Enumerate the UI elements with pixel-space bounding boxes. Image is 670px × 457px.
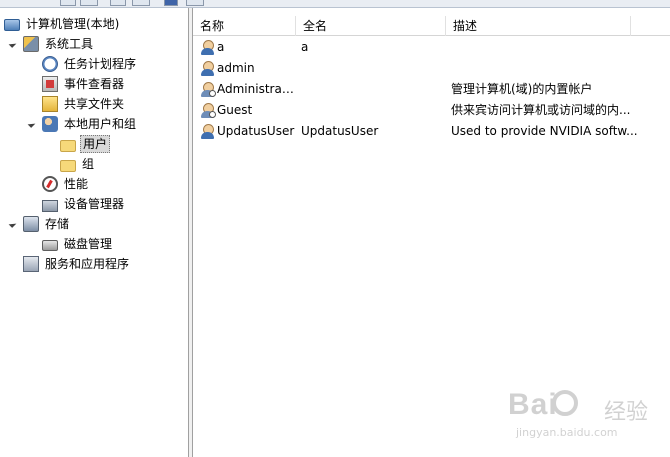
list-header: 名称 全名 描述 (193, 16, 670, 36)
tree-node-label: 本地用户和组 (64, 117, 137, 131)
tree-node-performance[interactable]: 性能 (28, 174, 90, 194)
disabled-user-icon (200, 81, 216, 97)
tree-node-device-manager[interactable]: 设备管理器 (42, 194, 126, 214)
tree-node-services-applications[interactable]: 服务和应用程序 (9, 254, 131, 274)
tree-node-shared-folders[interactable]: 共享文件夹 (28, 94, 126, 114)
collapse-arrow-icon[interactable] (28, 179, 38, 189)
users-icon (42, 116, 58, 132)
column-header-name[interactable]: 名称 (193, 16, 296, 36)
tree-node-computer-management[interactable]: 计算机管理(本地) (4, 14, 121, 34)
tree-node-label: 用户 (80, 135, 111, 153)
services-icon (23, 256, 39, 272)
table-row[interactable]: Administrat... 管理计算机(域)的内置帐户 (193, 79, 670, 100)
tree-node-label: 性能 (64, 177, 89, 191)
tree-node-groups[interactable]: 组 (60, 154, 96, 174)
tree-node-label: 存储 (45, 217, 70, 231)
tree-node-label: 计算机管理(本地) (26, 17, 120, 31)
tree-node-disk-management[interactable]: 磁盘管理 (42, 234, 114, 254)
folder-icon (60, 139, 76, 152)
baidu-watermark: Bai 经验 jingyan.baidu.com (508, 388, 663, 448)
tree-node-label: 服务和应用程序 (45, 257, 130, 271)
tree-node-local-users-groups[interactable]: 本地用户和组 (28, 114, 138, 134)
disabled-user-icon (200, 102, 216, 118)
collapse-arrow-icon[interactable] (28, 79, 38, 89)
cell-description: 供来宾访问计算机或访问域的内... (451, 103, 631, 117)
collapse-arrow-icon[interactable] (28, 59, 38, 69)
shared-folder-icon (42, 96, 58, 112)
watermark-logo: Bai (508, 388, 558, 421)
tree-node-label: 磁盘管理 (64, 237, 113, 251)
disk-icon (42, 240, 58, 251)
clock-icon (42, 56, 58, 72)
collapse-arrow-icon[interactable] (9, 259, 19, 269)
paw-icon (552, 390, 578, 416)
toolbar-button[interactable] (164, 0, 178, 6)
navigation-tree: 计算机管理(本地) 系统工具 任务计划程序 事件查看器 共享文件夹 本地用户和组… (0, 8, 188, 457)
tree-node-label: 事件查看器 (64, 77, 125, 91)
computer-management-icon (4, 19, 20, 31)
toolbar-button[interactable] (60, 0, 76, 6)
cell-name: UpdatusUser (217, 124, 295, 138)
collapse-arrow-icon[interactable] (28, 99, 38, 109)
cell-name: a (217, 40, 225, 54)
expand-arrow-icon[interactable] (28, 119, 38, 129)
watermark-url: jingyan.baidu.com (516, 426, 618, 439)
user-icon (200, 123, 216, 139)
cell-fullname: a (301, 40, 309, 54)
cell-fullname (301, 79, 446, 100)
tree-node-task-scheduler[interactable]: 任务计划程序 (28, 54, 138, 74)
toolbar-button[interactable] (132, 0, 150, 6)
tree-node-label: 共享文件夹 (64, 97, 125, 111)
toolbar-button[interactable] (186, 0, 204, 6)
column-header-fullname[interactable]: 全名 (296, 16, 446, 36)
user-icon (200, 60, 216, 76)
tree-node-label: 组 (82, 157, 95, 171)
table-row[interactable]: admin (193, 58, 670, 79)
cell-fullname (301, 100, 446, 121)
storage-icon (23, 216, 39, 232)
watermark-logo-text: 经验 (604, 400, 649, 425)
table-row[interactable]: a a (193, 37, 670, 58)
table-row[interactable]: UpdatusUser UpdatusUser Used to provide … (193, 121, 670, 142)
cell-fullname: UpdatusUser (301, 124, 379, 138)
folder-icon (60, 159, 76, 172)
tree-node-label: 任务计划程序 (64, 57, 137, 71)
column-header-description[interactable]: 描述 (446, 16, 631, 36)
tree-node-system-tools[interactable]: 系统工具 (9, 34, 95, 54)
tree-node-users[interactable]: 用户 (60, 134, 111, 154)
system-tools-icon (23, 36, 39, 52)
cell-description: 管理计算机(域)的内置帐户 (451, 82, 593, 96)
device-manager-icon (42, 199, 58, 212)
cell-name: Administrat... (217, 82, 297, 96)
tree-node-storage[interactable]: 存储 (9, 214, 71, 234)
cell-description (451, 37, 641, 58)
event-viewer-icon (42, 76, 58, 92)
cell-name: Guest (217, 103, 253, 117)
expand-arrow-icon[interactable] (9, 39, 19, 49)
cell-description (451, 58, 641, 79)
tree-node-label: 系统工具 (45, 37, 94, 51)
user-icon (200, 39, 216, 55)
toolbar-button[interactable] (80, 0, 98, 6)
cell-name: admin (217, 61, 255, 75)
expand-arrow-icon[interactable] (9, 219, 19, 229)
tree-node-label: 设备管理器 (64, 197, 125, 211)
cell-description: Used to provide NVIDIA softw... (451, 124, 638, 138)
tree-node-event-viewer[interactable]: 事件查看器 (28, 74, 126, 94)
toolbar (0, 0, 670, 8)
cell-fullname (301, 58, 446, 79)
performance-icon (42, 176, 58, 192)
toolbar-button[interactable] (110, 0, 126, 6)
table-row[interactable]: Guest 供来宾访问计算机或访问域的内... (193, 100, 670, 121)
